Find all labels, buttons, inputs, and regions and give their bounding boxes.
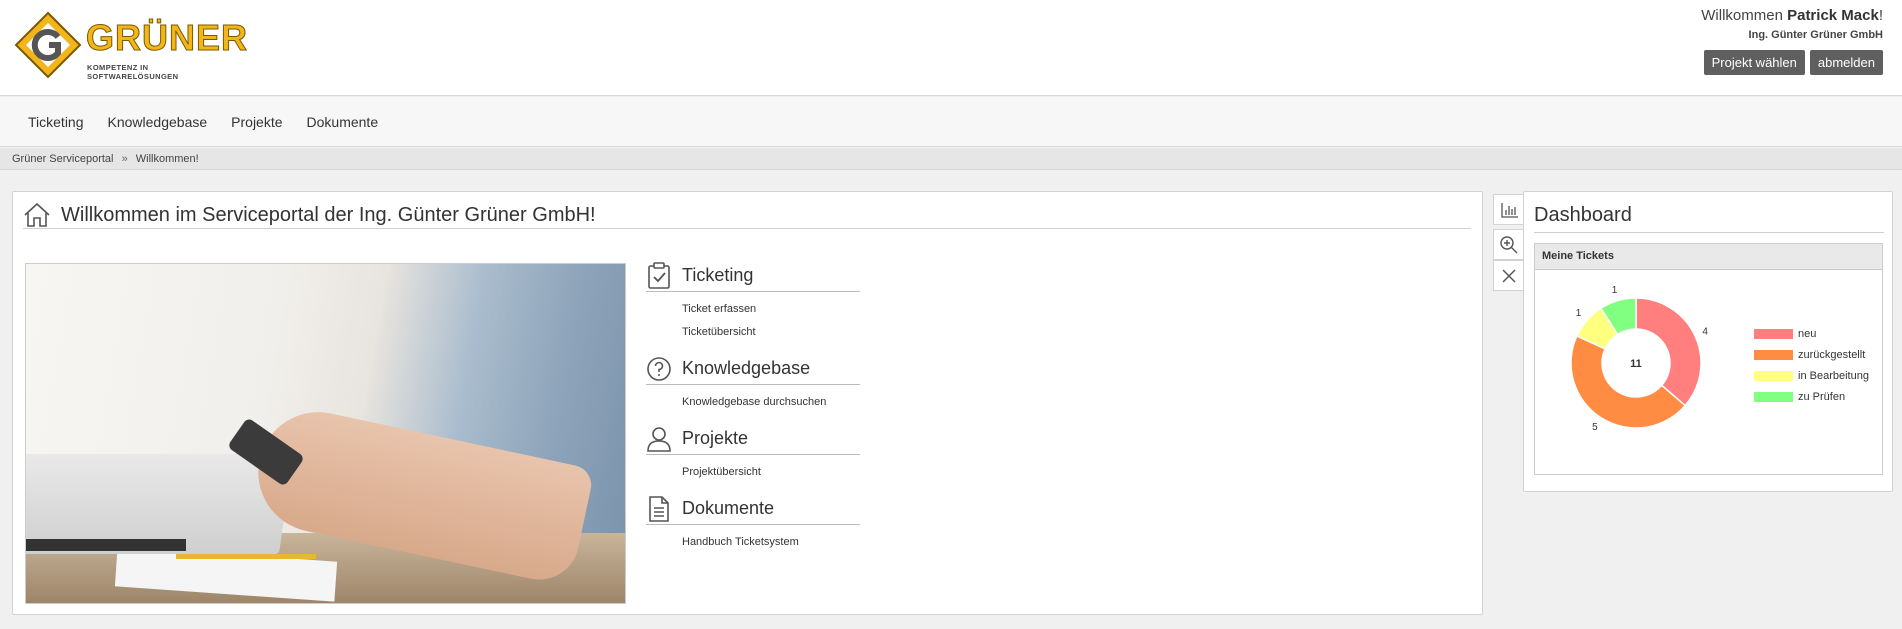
breadcrumb: Grüner Serviceportal » Willkommen! <box>0 148 1902 170</box>
company-name: Ing. Günter Grüner GmbH <box>1701 29 1883 41</box>
tab-dashboard-chart[interactable] <box>1493 194 1525 225</box>
legend-label: zurückgestellt <box>1798 349 1865 361</box>
chart-legend: neu zurückgestellt in Bearbeitung zu Prüfen <box>1754 323 1869 407</box>
header: GRÜNER KOMPETENZ IN SOFTWARELÖSUNGEN Wil… <box>0 0 1902 96</box>
donut-value-label: 1 <box>1576 308 1582 319</box>
home-icon <box>23 202 51 228</box>
section-ticketing: Ticketing Ticket erfassen Ticketübersich… <box>646 260 860 339</box>
legend-swatch <box>1754 350 1793 360</box>
legend-item[interactable]: zu Prüfen <box>1754 386 1869 407</box>
section-title-projekte[interactable]: Projekte <box>682 428 748 449</box>
section-projekte: Projekte Projektübersicht <box>646 423 860 479</box>
close-icon <box>1501 268 1517 284</box>
nav-item-ticketing[interactable]: Ticketing <box>16 114 96 130</box>
quick-links: Ticketing Ticket erfassen Ticketübersich… <box>646 260 860 563</box>
legend-item[interactable]: zurückgestellt <box>1754 344 1869 365</box>
dashboard-title: Dashboard <box>1534 202 1884 233</box>
user-area: Willkommen Patrick Mack! Ing. Günter Grü… <box>1701 7 1883 75</box>
user-icon <box>646 425 672 453</box>
breadcrumb-home[interactable]: Grüner Serviceportal <box>12 153 114 165</box>
section-dokumente: Dokumente Handbuch Ticketsystem <box>646 493 860 549</box>
link-ticket-erfassen[interactable]: Ticket erfassen <box>682 302 860 316</box>
tab-dashboard-close[interactable] <box>1493 260 1525 291</box>
link-knowledgebase-durchsuchen[interactable]: Knowledgebase durchsuchen <box>682 395 860 409</box>
dashboard-panel: Dashboard Meine Tickets 451111 neuzurück… <box>1523 191 1893 492</box>
main-nav: Ticketing Knowledgebase Projekte Dokumen… <box>0 97 1902 147</box>
tickets-donut-chart: 451111 <box>1548 280 1748 465</box>
link-handbuch-ticketsystem[interactable]: Handbuch Ticketsystem <box>682 535 860 549</box>
section-title-ticketing[interactable]: Ticketing <box>682 265 753 286</box>
breadcrumb-separator: » <box>122 153 128 165</box>
section-title-knowledgebase[interactable]: Knowledgebase <box>682 358 810 379</box>
legend-item[interactable]: in Bearbeitung <box>1754 365 1869 386</box>
tab-dashboard-zoom[interactable] <box>1493 229 1525 260</box>
welcome-suffix: ! <box>1879 7 1883 24</box>
gruener-logo[interactable]: GRÜNER KOMPETENZ IN SOFTWARELÖSUNGEN <box>14 11 234 81</box>
donut-value-label: 4 <box>1702 326 1708 337</box>
legend-label: in Bearbeitung <box>1798 370 1869 382</box>
my-tickets-title: Meine Tickets <box>1535 244 1882 270</box>
welcome-title-row: Willkommen im Serviceportal der Ing. Gün… <box>23 202 1471 229</box>
dashboard-side-tabs <box>1493 194 1525 291</box>
bar-chart-icon <box>1500 201 1520 219</box>
legend-label: neu <box>1798 328 1816 340</box>
breadcrumb-current: Willkommen! <box>136 153 199 165</box>
donut-center-total: 11 <box>1630 358 1642 370</box>
donut-value-label: 1 <box>1612 285 1618 296</box>
nav-item-projekte[interactable]: Projekte <box>219 114 294 130</box>
document-icon <box>646 495 672 523</box>
legend-swatch <box>1754 329 1793 339</box>
welcome-panel: Willkommen im Serviceportal der Ing. Gün… <box>12 191 1483 615</box>
nav-item-dokumente[interactable]: Dokumente <box>295 114 391 130</box>
user-name: Patrick Mack <box>1787 7 1879 24</box>
my-tickets-widget: Meine Tickets 451111 neuzurückgestelltin… <box>1534 243 1883 475</box>
link-projektuebersicht[interactable]: Projektübersicht <box>682 465 860 479</box>
donut-value-label: 5 <box>1592 422 1598 433</box>
hero-image <box>25 263 626 604</box>
page-title: Willkommen im Serviceportal der Ing. Gün… <box>61 202 596 228</box>
select-project-button[interactable]: Projekt wählen <box>1704 50 1805 75</box>
clipboard-check-icon <box>646 262 672 290</box>
question-circle-icon <box>646 355 672 383</box>
nav-item-knowledgebase[interactable]: Knowledgebase <box>96 114 220 130</box>
legend-swatch <box>1754 371 1793 381</box>
legend-label: zu Prüfen <box>1798 391 1845 403</box>
section-title-dokumente[interactable]: Dokumente <box>682 498 774 519</box>
logo-brand: GRÜNER <box>86 17 248 59</box>
legend-swatch <box>1754 392 1793 402</box>
legend-item[interactable]: neu <box>1754 323 1869 344</box>
welcome-prefix: Willkommen <box>1701 7 1787 24</box>
welcome-text: Willkommen Patrick Mack! <box>1701 7 1883 24</box>
link-ticketuebersicht[interactable]: Ticketübersicht <box>682 325 860 339</box>
zoom-in-icon <box>1499 235 1519 255</box>
section-knowledgebase: Knowledgebase Knowledgebase durchsuchen <box>646 353 860 409</box>
logout-button[interactable]: abmelden <box>1810 50 1883 75</box>
donut-slice-neu[interactable] <box>1636 298 1701 406</box>
logo-tagline: KOMPETENZ IN SOFTWARELÖSUNGEN <box>87 63 234 81</box>
logo-mark-icon <box>14 11 82 79</box>
